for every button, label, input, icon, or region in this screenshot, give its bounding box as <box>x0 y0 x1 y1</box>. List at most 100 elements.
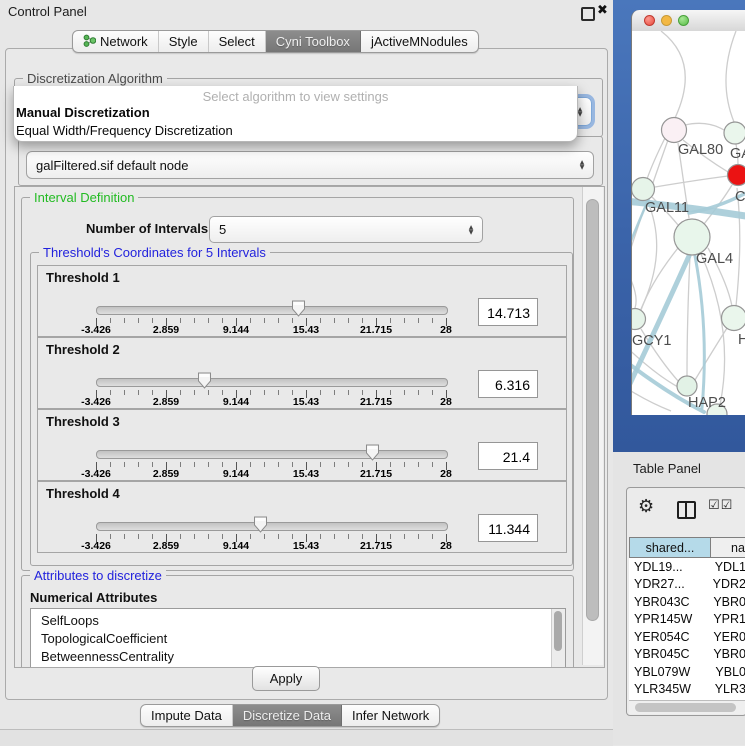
column-layout-icon[interactable] <box>677 501 696 519</box>
column-header-name[interactable]: na <box>710 537 745 558</box>
popup-placeholder-item[interactable]: Select algorithm to view settings <box>14 86 577 104</box>
cell-name: YDL1 <box>708 560 745 574</box>
slider-thumb[interactable] <box>365 444 380 461</box>
tab-label: jActiveMNodules <box>371 34 468 49</box>
table-row[interactable]: YBR043CYBR0 <box>629 593 745 611</box>
node-right[interactable] <box>722 306 745 331</box>
slider-track[interactable] <box>96 306 448 315</box>
minor-tick <box>320 534 321 539</box>
slider-thumb[interactable] <box>253 516 268 533</box>
network-view-canvas[interactable]: GAL80GACGAL11GAL4GCY1HHAP2 <box>631 31 745 415</box>
minor-tick <box>362 318 363 323</box>
table-row[interactable]: YBL079WYBL0 <box>629 663 745 681</box>
minor-tick <box>124 390 125 395</box>
popup-item-equal-width-frequency-discretization[interactable]: Equal Width/Frequency Discretization <box>14 122 577 140</box>
tab-style[interactable]: Style <box>159 31 209 52</box>
minor-tick <box>292 534 293 539</box>
slider-track[interactable] <box>96 378 448 387</box>
minimize-traffic-light-icon[interactable] <box>661 15 672 26</box>
threshold-value-field[interactable]: 11.344 <box>478 514 538 542</box>
column-header-shared-name[interactable]: shared... <box>629 537 711 558</box>
node-gcy1[interactable] <box>632 309 646 330</box>
slider-track[interactable] <box>96 450 448 459</box>
network-window-titlebar[interactable] <box>631 10 745 32</box>
tab-jactivemnodules[interactable]: jActiveMNodules <box>361 31 478 52</box>
node-gal4[interactable] <box>674 219 710 255</box>
node-gal11[interactable] <box>632 178 655 201</box>
algorithm-dropdown-popup: Select algorithm to view settings Manual… <box>13 86 578 142</box>
node-red[interactable] <box>728 165 745 186</box>
table-row[interactable]: YBR045CYBR0 <box>629 646 745 664</box>
tab-cyni-toolbox[interactable]: Cyni Toolbox <box>266 31 361 52</box>
tab-select[interactable]: Select <box>209 31 266 52</box>
cell-shared-name: YBR043C <box>629 595 706 609</box>
scrollbar-thumb[interactable] <box>635 703 736 712</box>
popup-item-manual-discretization[interactable]: Manual Discretization <box>14 104 577 122</box>
minor-tick <box>278 462 279 467</box>
threshold-value-field[interactable]: 21.4 <box>478 442 538 470</box>
node-gal80[interactable] <box>662 118 687 143</box>
table-panel: ⚙ ☑☑ shared... na YDL19...YDL1YDR27...YD… <box>626 487 745 716</box>
threshold-value-field[interactable]: 14.713 <box>478 298 538 326</box>
network-edge <box>687 256 690 376</box>
scrollbar-thumb[interactable] <box>554 611 562 651</box>
node-hap2[interactable] <box>677 376 697 396</box>
tab-discretize-data[interactable]: Discretize Data <box>233 705 342 726</box>
attributes-scrollbar[interactable] <box>551 609 565 668</box>
numerical-attributes-list[interactable]: SelfLoopsTopologicalCoefficientBetweenne… <box>30 608 566 668</box>
minor-tick <box>390 390 391 395</box>
table-data-combobox[interactable]: galFiltered.sif default node ▲▼ <box>26 151 594 179</box>
slider-thumb[interactable] <box>291 300 306 317</box>
number-of-intervals-combobox[interactable]: 5 ▲▼ <box>209 216 483 243</box>
table-row[interactable]: YER054CYER0 <box>629 628 745 646</box>
zoom-traffic-light-icon[interactable] <box>678 15 689 26</box>
minor-tick <box>418 318 419 323</box>
top-tab-bar: Network Style SelectCyni Toolbox jActiveMNo… <box>72 30 479 53</box>
slider-thumb[interactable] <box>197 372 212 389</box>
attribute-item[interactable]: TopologicalCoefficient <box>31 630 565 648</box>
tab-label: Network <box>100 34 148 49</box>
attribute-item[interactable]: SelfLoops <box>31 612 565 630</box>
node-label: GAL80 <box>678 142 723 158</box>
interval-definition-group: Interval Definition Number of Intervals … <box>21 197 574 571</box>
threshold-panel-3: Threshold 3-3.4262.8599.14415.4321.71528… <box>37 409 567 481</box>
table-row[interactable]: YLR345WYLR3 <box>629 681 745 699</box>
minor-tick <box>152 390 153 395</box>
apply-button[interactable]: Apply <box>252 666 320 691</box>
close-traffic-light-icon[interactable] <box>644 15 655 26</box>
select-columns-icon[interactable]: ☑☑ <box>708 498 733 513</box>
tab-label: Style <box>169 34 198 49</box>
minor-tick <box>138 534 139 539</box>
tab-infer-network[interactable]: Infer Network <box>342 705 439 726</box>
cell-shared-name: YDL19... <box>629 560 708 574</box>
table-row[interactable]: YDR27...YDR2 <box>629 576 745 594</box>
settings-vertical-scrollbar[interactable] <box>582 187 603 665</box>
float-window-icon[interactable] <box>581 7 595 21</box>
node-green-top[interactable] <box>724 122 745 144</box>
minor-tick <box>432 462 433 467</box>
tab-label: Impute Data <box>151 708 222 723</box>
tick-label: 28 <box>440 540 452 552</box>
cell-shared-name: YER054C <box>629 630 706 644</box>
threshold-label: Threshold 4 <box>46 486 120 501</box>
attribute-item[interactable]: BetweennessCentrality <box>31 648 565 666</box>
table-row[interactable]: YDL19...YDL1 <box>629 558 745 576</box>
minor-tick <box>138 462 139 467</box>
scrollbar-thumb[interactable] <box>586 199 599 621</box>
tick-label: 15.43 <box>293 324 319 336</box>
threshold-value-field[interactable]: 6.316 <box>478 370 538 398</box>
cell-shared-name: YDR27... <box>629 577 706 591</box>
table-horizontal-scrollbar[interactable] <box>629 700 745 714</box>
network-icon <box>83 34 96 50</box>
table-row[interactable]: YPR145WYPR1 <box>629 611 745 629</box>
tick-label: 9.144 <box>223 324 249 336</box>
close-icon[interactable]: ✖ <box>597 3 608 18</box>
minor-tick <box>110 390 111 395</box>
tab-network[interactable]: Network <box>73 31 159 52</box>
slider-track[interactable] <box>96 522 448 531</box>
tick-label: -3.426 <box>81 468 111 480</box>
network-edge <box>632 250 636 308</box>
tab-impute-data[interactable]: Impute Data <box>141 705 233 726</box>
gear-icon[interactable]: ⚙ <box>638 496 654 517</box>
tick-label: 2.859 <box>153 468 179 480</box>
